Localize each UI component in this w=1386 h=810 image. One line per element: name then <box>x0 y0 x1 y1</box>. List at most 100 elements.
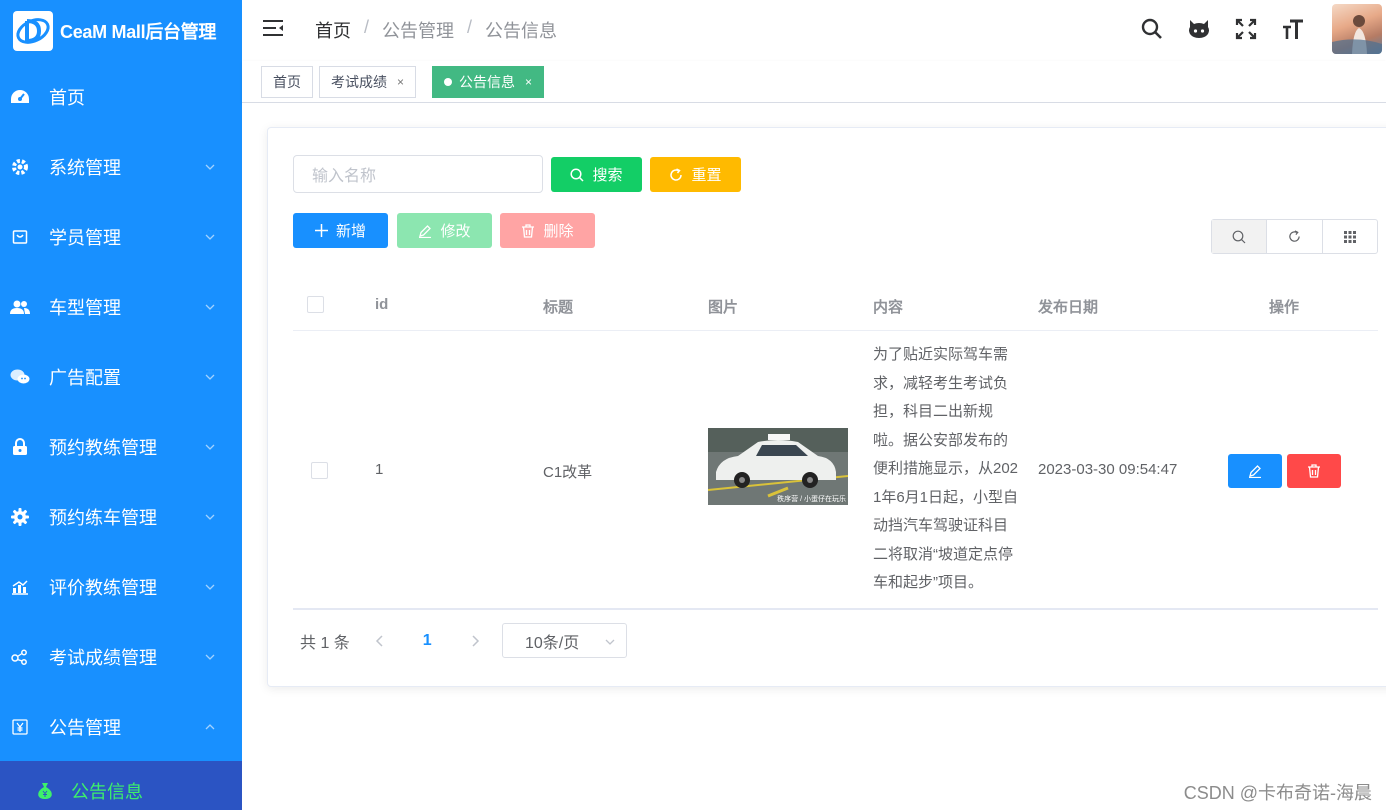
cell-date: 2023-03-30 09:54:47 <box>1038 461 1178 478</box>
avatar[interactable] <box>1332 4 1382 54</box>
edit-icon <box>419 224 432 238</box>
sidebar-item-students[interactable]: 学员管理 <box>0 202 242 272</box>
delete-button-label: 删除 <box>543 223 574 240</box>
column-header-date: 发布日期 <box>1038 299 1099 316</box>
sidebar-item-home[interactable]: 首页 <box>0 62 242 132</box>
refresh-icon[interactable] <box>1266 220 1321 253</box>
app-title: CeaM Mall后台管理 <box>60 22 217 42</box>
search-icon[interactable] <box>1127 4 1177 54</box>
column-header-title: 标题 <box>543 299 574 316</box>
sidebar-item-practice-booking[interactable]: 预约练车管理 <box>0 482 242 552</box>
sidebar-item-exam-scores[interactable]: 考试成绩管理 <box>0 622 242 692</box>
tag-home[interactable]: 首页 <box>261 66 313 98</box>
close-icon[interactable]: × <box>525 75 532 89</box>
tag-label: 首页 <box>273 74 301 90</box>
sidebar-item-announcements[interactable]: 公告管理 <box>0 692 242 762</box>
tag-announcement-info[interactable]: 公告信息 × <box>432 66 545 98</box>
avatar-image <box>1332 15 1382 54</box>
gear-icon <box>10 157 30 177</box>
column-header-image: 图片 <box>708 299 739 316</box>
column-header-content: 内容 <box>873 299 904 316</box>
top-navbar: 首页 / 公告管理 / 公告信息 <box>242 0 1386 58</box>
add-button[interactable]: 新增 <box>293 213 388 248</box>
active-dot-icon <box>444 78 452 86</box>
edit-button[interactable]: 修改 <box>397 213 492 248</box>
chevron-down-icon <box>205 374 215 380</box>
trash-icon <box>522 223 535 238</box>
sidebar-item-label: 车型管理 <box>49 298 121 318</box>
menu-fold-icon[interactable] <box>262 18 284 38</box>
breadcrumb-separator: / <box>364 17 370 37</box>
breadcrumb-separator: / <box>467 17 473 37</box>
reset-button[interactable]: 重置 <box>650 157 741 192</box>
sidebar-item-label: 预约教练管理 <box>49 438 157 458</box>
row-delete-button[interactable] <box>1287 454 1341 488</box>
github-icon[interactable] <box>1174 4 1224 54</box>
columns-icon[interactable] <box>1321 220 1377 253</box>
select-all-checkbox[interactable] <box>307 296 324 313</box>
chevron-left-icon[interactable] <box>375 634 385 648</box>
sidebar-item-ads[interactable]: 广告配置 <box>0 342 242 412</box>
lock-icon <box>10 437 30 457</box>
tags-view: 首页 考试成绩 × 公告信息 × <box>242 61 1386 103</box>
search-button[interactable]: 搜索 <box>551 157 642 192</box>
sidebar-subitem-announcement-info[interactable]: 公告信息 <box>0 761 242 810</box>
page-size-value: 10条/页 <box>525 634 580 652</box>
sidebar-item-coach-review[interactable]: 评价教练管理 <box>0 552 242 622</box>
chevron-down-icon <box>205 164 215 170</box>
sidebar-item-label: 系统管理 <box>49 158 121 178</box>
image-caption: 秩序营 / 小蛋仔在玩乐 <box>777 496 846 503</box>
chevron-down-icon <box>605 639 615 645</box>
chevron-down-icon <box>205 584 215 590</box>
header-actions <box>1130 4 1386 54</box>
content-card: 输入名称 搜索 重置 新增 修改 删除 id 标题 图片 内容 发布日期 操作 … <box>267 127 1386 687</box>
refresh-icon <box>670 167 683 181</box>
chevron-down-icon <box>205 514 215 520</box>
cell-image[interactable]: 秩序营 / 小蛋仔在玩乐 <box>708 428 848 505</box>
wechat-icon <box>10 367 30 387</box>
logo[interactable]: CeaM Mall后台管理 <box>0 0 242 62</box>
chevron-down-icon <box>205 444 215 450</box>
chevron-down-icon <box>205 234 215 240</box>
sidebar-item-car-models[interactable]: 车型管理 <box>0 272 242 342</box>
sidebar-item-label: 学员管理 <box>49 228 121 248</box>
search-icon <box>570 167 585 182</box>
toggle-search-icon[interactable] <box>1212 220 1267 253</box>
table-row: 1 C1改革 秩序营 / 小蛋仔在玩乐 为了贴近实际驾车需求，减轻考生考试负担，… <box>293 331 1378 610</box>
pagination: 共 1 条 1 <box>293 623 480 658</box>
row-edit-button[interactable] <box>1228 454 1282 488</box>
table-toolbar <box>1211 219 1378 254</box>
sidebar-item-label: 评价教练管理 <box>49 578 157 598</box>
breadcrumb-item-announcement-info: 公告信息 <box>485 21 558 41</box>
share-icon <box>10 647 30 667</box>
chevron-up-icon <box>205 724 215 730</box>
trash-icon <box>1308 464 1320 478</box>
sidebar-item-coach-booking[interactable]: 预约教练管理 <box>0 412 242 482</box>
breadcrumb-item-home[interactable]: 首页 <box>315 17 351 43</box>
sidebar-item-system[interactable]: 系统管理 <box>0 132 242 202</box>
dashboard-icon <box>10 87 30 107</box>
fullscreen-icon[interactable] <box>1221 4 1271 54</box>
sidebar-item-label: 考试成绩管理 <box>49 648 157 668</box>
users-icon <box>10 297 30 317</box>
sidebar-item-label: 首页 <box>49 88 85 108</box>
table-header: id 标题 图片 内容 发布日期 操作 <box>293 278 1378 331</box>
chevron-right-icon[interactable] <box>470 634 480 648</box>
close-icon[interactable]: × <box>397 75 404 89</box>
logo-icon <box>13 11 53 51</box>
sidebar-item-label: 预约练车管理 <box>49 508 157 528</box>
cell-id: 1 <box>375 461 384 478</box>
chevron-down-icon <box>205 304 215 310</box>
pagination-total: 共 1 条 <box>300 634 350 652</box>
search-input[interactable]: 输入名称 <box>293 155 543 193</box>
sidebar-item-label: 广告配置 <box>49 368 121 388</box>
font-size-icon[interactable] <box>1268 4 1318 54</box>
tag-exam-scores[interactable]: 考试成绩 × <box>319 66 417 98</box>
page-number-current[interactable]: 1 <box>423 632 432 650</box>
delete-button[interactable]: 删除 <box>500 213 595 248</box>
page-size-select[interactable]: 10条/页 <box>502 623 627 658</box>
tag-label: 考试成绩 <box>331 74 387 90</box>
row-checkbox[interactable] <box>311 462 328 479</box>
money-bag-icon <box>36 782 54 800</box>
reset-button-label: 重置 <box>691 167 722 184</box>
